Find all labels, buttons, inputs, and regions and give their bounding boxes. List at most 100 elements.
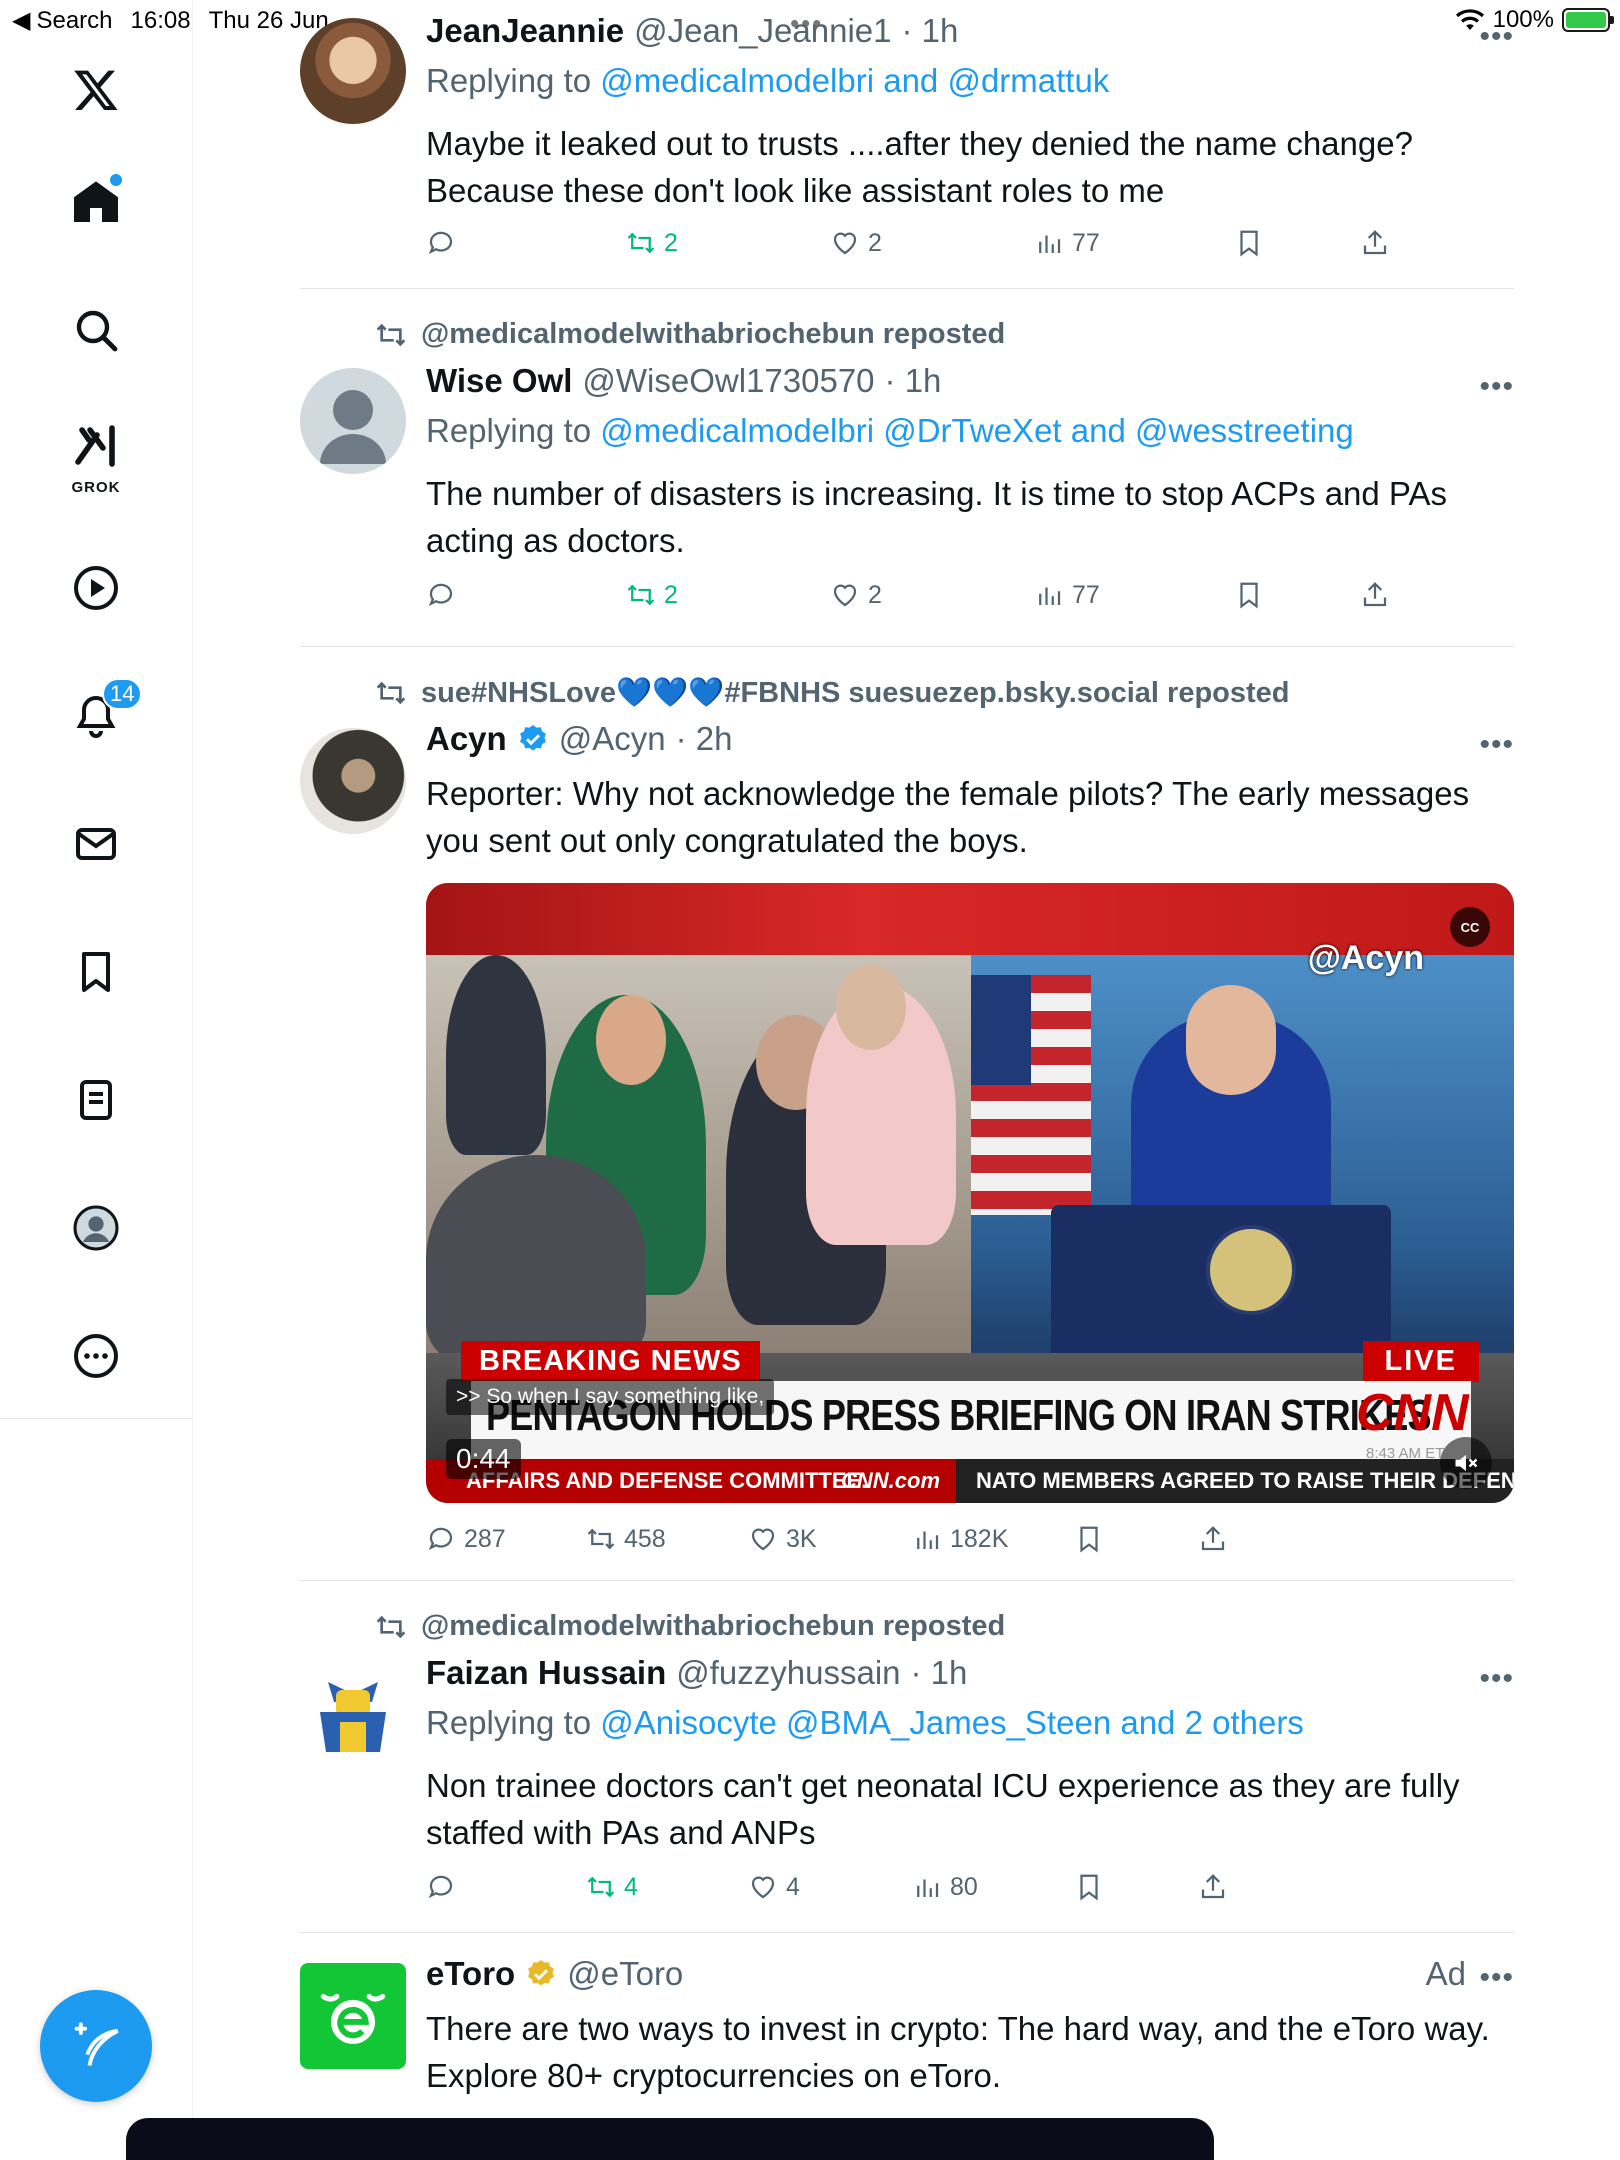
etoro-logo[interactable]	[300, 1963, 406, 2069]
x-logo-icon[interactable]	[56, 50, 136, 130]
author-name[interactable]: Wise Owl	[426, 362, 572, 400]
play-icon	[74, 566, 118, 610]
more-options-icon[interactable]: •••	[1479, 1662, 1514, 1696]
repost-button[interactable]: 4	[586, 1872, 638, 1902]
video-player[interactable]: BREAKING NEWS LIVE PENTAGON HOLDS PRESS …	[426, 883, 1514, 1503]
views-button[interactable]: 182K	[912, 1524, 1008, 1554]
repost-count: 4	[624, 1872, 638, 1901]
views-button[interactable]: 80	[912, 1872, 978, 1902]
sidebar-item-search[interactable]	[56, 290, 136, 370]
author-handle[interactable]: @Acyn	[559, 720, 666, 758]
tweet[interactable]: @medicalmodelwithabriochebun reposted Wi…	[300, 310, 1514, 645]
sidebar-item-messages[interactable]	[56, 804, 136, 884]
share-button[interactable]	[1360, 228, 1390, 258]
share-icon	[1363, 230, 1387, 255]
verified-badge-icon	[519, 725, 546, 751]
tweet[interactable]: JeanJeannie @Jean_Jeannie1 · 1h ••• Repl…	[300, 0, 1514, 290]
tweet-actions: 2 2 77	[426, 580, 1506, 620]
bookmark-button[interactable]	[1074, 1872, 1104, 1902]
author-handle[interactable]: @Jean_Jeannie1	[634, 12, 891, 50]
sidebar-item-profile[interactable]	[56, 1188, 136, 1268]
repost-button[interactable]: 2	[626, 580, 678, 610]
author-handle[interactable]: @fuzzyhussain	[676, 1654, 900, 1692]
bottom-ticker: AFFAIRS AND DEFENSE COMMITTEE. CNN.com N…	[426, 1459, 1514, 1503]
like-button[interactable]: 4	[748, 1872, 800, 1902]
author-handle[interactable]: @WiseOwl1730570	[582, 362, 874, 400]
avatar[interactable]	[300, 18, 406, 124]
avatar[interactable]	[300, 1662, 406, 1768]
reply-mentions[interactable]: @Anisocyte @BMA_James_Steen and 2 others	[600, 1704, 1304, 1741]
sidebar-item-more[interactable]	[56, 1316, 136, 1396]
repost-count: 2	[664, 580, 678, 609]
sidebar-item-grok[interactable]: GROK	[56, 410, 136, 500]
repost-icon	[376, 323, 406, 346]
more-options-icon[interactable]: •••	[1479, 370, 1514, 404]
sidebar-divider	[0, 1418, 193, 1419]
sidebar-item-lists[interactable]	[56, 1060, 136, 1140]
tweet-actions: 287 458 3K 182K	[426, 1524, 1506, 1564]
sidebar-item-notifications[interactable]: 14	[56, 676, 143, 756]
views-icon	[917, 1879, 939, 1897]
more-options-icon[interactable]: •••	[1479, 1961, 1514, 1995]
author-name[interactable]: JeanJeannie	[426, 12, 624, 50]
tweet[interactable]: @medicalmodelwithabriochebun reposted Fa…	[300, 1602, 1514, 1932]
author-name[interactable]: Acyn	[426, 720, 507, 758]
tweet-text: The number of disasters is increasing. I…	[426, 475, 1448, 559]
avatar[interactable]	[300, 728, 406, 834]
bookmark-button[interactable]	[1234, 228, 1264, 258]
heart-icon	[833, 232, 857, 255]
ad-media[interactable]	[126, 2118, 1214, 2160]
like-button[interactable]: 3K	[748, 1524, 817, 1554]
avatar[interactable]	[300, 368, 406, 474]
share-button[interactable]	[1198, 1524, 1228, 1554]
reply-mentions[interactable]: @medicalmodelbri and @drmattuk	[600, 62, 1109, 99]
reply-mentions[interactable]: @medicalmodelbri @DrTweXet and @wesstree…	[600, 412, 1353, 449]
tweet-text: Maybe it leaked out to trusts ....after …	[426, 125, 1413, 209]
reply-button[interactable]: 287	[426, 1524, 506, 1554]
reply-icon	[428, 583, 453, 607]
bookmark-icon	[1080, 1874, 1098, 1901]
bookmark-button[interactable]	[1074, 1524, 1104, 1554]
repost-button[interactable]: 2	[626, 228, 678, 258]
closed-captions-button[interactable]: CC	[1450, 907, 1490, 947]
share-icon	[1363, 582, 1387, 607]
like-button[interactable]: 2	[830, 228, 882, 258]
replying-to-label: Replying to	[426, 412, 592, 449]
repost-icon	[587, 1876, 615, 1898]
sidebar-item-video[interactable]	[56, 548, 136, 628]
view-count: 80	[950, 1872, 978, 1901]
reposted-by[interactable]: @medicalmodelwithabriochebun reposted	[421, 318, 1005, 351]
more-options-icon[interactable]: •••	[1479, 728, 1514, 762]
sidebar-item-bookmarks[interactable]	[56, 932, 136, 1012]
tweet-actions: 2 2 77	[426, 228, 1506, 268]
tweet[interactable]: sue#NHSLove💙💙💙#FBNHS suesuezep.bsky.soci…	[300, 668, 1514, 1568]
reposted-by[interactable]: sue#NHSLove💙💙💙#FBNHS suesuezep.bsky.soci…	[421, 676, 1290, 710]
video-caption: >> So when I say something like,	[446, 1379, 775, 1415]
grok-label: GROK	[71, 479, 121, 496]
author-name[interactable]: Faizan Hussain	[426, 1654, 666, 1692]
reply-button[interactable]	[426, 580, 464, 610]
reposted-by[interactable]: @medicalmodelwithabriochebun reposted	[421, 1610, 1005, 1643]
sidebar: GROK 14	[0, 0, 193, 2160]
views-button[interactable]: 77	[1034, 580, 1100, 610]
sidebar-item-home[interactable]	[56, 162, 136, 242]
reply-button[interactable]	[426, 1872, 464, 1902]
author-handle[interactable]: @eToro	[567, 1955, 683, 1993]
replying-to-label: Replying to	[426, 62, 592, 99]
compose-button[interactable]	[40, 1990, 152, 2102]
bookmark-button[interactable]	[1234, 580, 1264, 610]
like-button[interactable]: 2	[830, 580, 882, 610]
reply-button[interactable]	[426, 228, 464, 258]
views-button[interactable]: 77	[1034, 228, 1100, 258]
mute-button[interactable]	[1440, 1437, 1492, 1489]
bookmark-icon	[1080, 1526, 1098, 1553]
search-icon	[76, 310, 118, 352]
author-name[interactable]: eToro	[426, 1955, 515, 1993]
share-icon	[1201, 1526, 1225, 1551]
more-options-icon[interactable]: •••	[1479, 20, 1514, 54]
share-button[interactable]	[1198, 1872, 1228, 1902]
bookmark-icon	[82, 952, 110, 992]
repost-icon	[587, 1528, 615, 1550]
share-button[interactable]	[1360, 580, 1390, 610]
repost-button[interactable]: 458	[586, 1524, 666, 1554]
